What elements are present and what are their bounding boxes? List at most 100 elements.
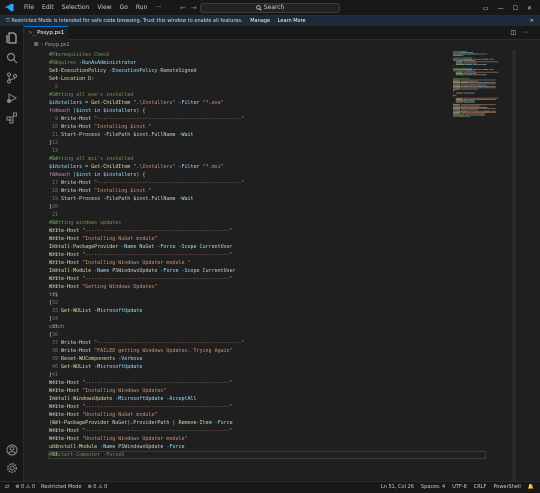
menu-selection[interactable]: Selection: [58, 0, 94, 16]
code-line[interactable]: Install-PackageProvider -Name NuGet -For…: [49, 243, 484, 251]
code-token: uninstall-Module: [49, 444, 98, 450]
code-line[interactable]: [49, 147, 484, 155]
restricted-mode-indicator[interactable]: Restricted Mode: [41, 482, 82, 493]
line-ending[interactable]: CRLF: [474, 482, 487, 493]
code-line[interactable]: Start-Process -FilePath $inst.FullName -…: [49, 195, 484, 203]
menu-run[interactable]: Run: [132, 0, 152, 16]
command-center-search[interactable]: Search: [200, 3, 340, 13]
manage-link[interactable]: Manage: [250, 18, 270, 24]
tab-pssyp-ps1[interactable]: >_ Pssyp.ps1 ✕: [24, 26, 68, 48]
code-line[interactable]: $installers = Get-ChildItem ".\Installer…: [49, 163, 484, 171]
code-line[interactable]: Write-Host "----------------------------…: [49, 251, 484, 259]
close-banner-icon[interactable]: ✕: [530, 16, 534, 26]
code-line[interactable]: foreach ($inst in $installers) {: [49, 107, 484, 115]
code-line[interactable]: {: [49, 299, 484, 307]
minimap[interactable]: [452, 50, 512, 120]
code-token: "Installing $inst ": [94, 124, 152, 130]
code-line[interactable]: Set-ExecutionPolicy -ExecutionPolicy Rem…: [49, 67, 484, 75]
code-line[interactable]: [49, 83, 484, 91]
settings-gear-icon[interactable]: [6, 462, 18, 474]
language-mode[interactable]: PowerShell: [493, 482, 520, 493]
account-icon[interactable]: [6, 444, 18, 456]
code-line[interactable]: Get-WUList -MicrosoftUpdate: [49, 307, 484, 315]
close-window-icon[interactable]: ✕: [527, 5, 532, 12]
maximize-icon[interactable]: ☐: [513, 5, 518, 12]
menu-go[interactable]: Go: [116, 0, 132, 16]
layout-icon[interactable]: ▭: [483, 5, 489, 12]
extensions-icon[interactable]: [6, 112, 18, 124]
minimize-icon[interactable]: —: [498, 5, 504, 12]
vertical-scrollbar[interactable]: [512, 50, 516, 481]
menu-file[interactable]: File: [20, 0, 38, 16]
code-line[interactable]: Write-Host "----------------------------…: [49, 227, 484, 235]
cursor-position[interactable]: Ln 51, Col 26: [381, 482, 414, 493]
code-line[interactable]: #Restart-Computer -ForceS: [49, 451, 484, 459]
run-debug-icon[interactable]: [6, 92, 18, 104]
code-line[interactable]: Write-Host "Unstalling Windows Updater m…: [49, 435, 484, 443]
code-line[interactable]: catch: [49, 323, 484, 331]
problems-count[interactable]: ⊗ 0 ⚠ 0: [15, 482, 35, 493]
code-line[interactable]: Set-Location D:: [49, 75, 484, 83]
code-token: -Force: [214, 420, 233, 426]
code-line[interactable]: [49, 211, 484, 219]
code-line[interactable]: Write-Host "Unstalling NuGet module": [49, 411, 484, 419]
code-line[interactable]: Start-Process -FilePath $inst.FullName -…: [49, 131, 484, 139]
code-line[interactable]: #Getting all exe's installed: [49, 91, 484, 99]
code-line[interactable]: Write-Host "Installing NuGet module": [49, 235, 484, 243]
notifications-bell-icon[interactable]: 🔔: [528, 482, 534, 493]
menu-more[interactable]: ···: [151, 0, 165, 16]
code-line[interactable]: Write-Host "----------------------------…: [49, 427, 484, 435]
code-line[interactable]: Write-Host "----------------------------…: [49, 403, 484, 411]
code-line[interactable]: Write-Host "Installing $inst ": [49, 123, 484, 131]
code-line[interactable]: Install-WindowsUpdate -MicrosoftUpdate -…: [49, 395, 484, 403]
code-line[interactable]: }: [49, 371, 484, 379]
encoding[interactable]: UTF-8: [452, 482, 467, 493]
code-token: Write-Host: [49, 284, 80, 290]
code-line[interactable]: Write-Host "Installing Windows Updater m…: [49, 259, 484, 267]
code-line[interactable]: #Getting windows updates: [49, 219, 484, 227]
back-arrow-icon[interactable]: ←: [180, 4, 191, 12]
remote-indicator-icon[interactable]: ⇄: [5, 482, 9, 493]
code-line[interactable]: (Get-PackageProvider NuGet).ProviderPath…: [49, 419, 484, 427]
learn-more-link[interactable]: Learn More: [278, 18, 306, 24]
code-line[interactable]: Write-Host "----------------------------…: [49, 115, 484, 123]
code-line[interactable]: Write-Host "Installing $inst ": [49, 187, 484, 195]
code-line[interactable]: }: [49, 315, 484, 323]
breadcrumb-folder[interactable]: D:: [34, 42, 40, 48]
code-line[interactable]: Reset-WUComponents -Verbose: [49, 355, 484, 363]
search-icon[interactable]: [6, 52, 18, 64]
code-line[interactable]: {: [49, 331, 484, 339]
code-token: Write-Host: [61, 180, 92, 186]
menu-edit[interactable]: Edit: [38, 0, 58, 16]
split-editor-icon[interactable]: ◫: [510, 29, 522, 36]
code-line[interactable]: #Getting all msi's installed: [49, 155, 484, 163]
code-line[interactable]: $installers = Get-ChildItem ".\Installer…: [49, 99, 484, 107]
code-line[interactable]: Install-Module -Name PSWindowsUpdate -Fo…: [49, 267, 484, 275]
code-line[interactable]: Write-Host "Installing Windows Updates": [49, 387, 484, 395]
indentation[interactable]: Spaces: 4: [421, 482, 445, 493]
code-token: "Getting Windows Updates": [82, 284, 158, 290]
code-line[interactable]: Write-Host "----------------------------…: [49, 339, 484, 347]
code-token: Get-WUList: [61, 364, 92, 370]
menu-view[interactable]: View: [93, 0, 115, 16]
minimap-token: [453, 87, 460, 89]
code-line[interactable]: Write-Host "----------------------------…: [49, 275, 484, 283]
ports-count[interactable]: ⊗ 0 ⚠ 0: [88, 482, 108, 493]
code-line[interactable]: Write-Host "----------------------------…: [49, 179, 484, 187]
code-line[interactable]: Write-Host "FAILED getting Windows Updat…: [49, 347, 484, 355]
code-line[interactable]: }: [49, 203, 484, 211]
code-line[interactable]: uninstall-Module -Name PSWindowsUpdate -…: [49, 443, 484, 451]
source-control-icon[interactable]: [6, 72, 18, 84]
code-line[interactable]: foreach ($inst in $installers) {: [49, 171, 484, 179]
breadcrumb-file[interactable]: Pssyp.ps1: [45, 42, 70, 48]
code-line[interactable]: #Requires -RunAsAdministrator: [49, 59, 484, 67]
status-bar: ⇄ ⊗ 0 ⚠ 0 Restricted Mode ⊗ 0 ⚠ 0 Ln 51,…: [0, 481, 540, 493]
more-actions-icon[interactable]: ⋯: [522, 29, 534, 36]
code-line[interactable]: #Prerequisites Check: [49, 51, 484, 59]
code-line[interactable]: Write-Host "----------------------------…: [49, 379, 484, 387]
explorer-icon[interactable]: [6, 32, 18, 44]
code-line[interactable]: Get-WUList -MicrosoftUpdate: [49, 363, 484, 371]
code-line[interactable]: }: [49, 139, 484, 147]
code-line[interactable]: Write-Host "Getting Windows Updates": [49, 283, 484, 291]
code-line[interactable]: try: [49, 291, 484, 299]
